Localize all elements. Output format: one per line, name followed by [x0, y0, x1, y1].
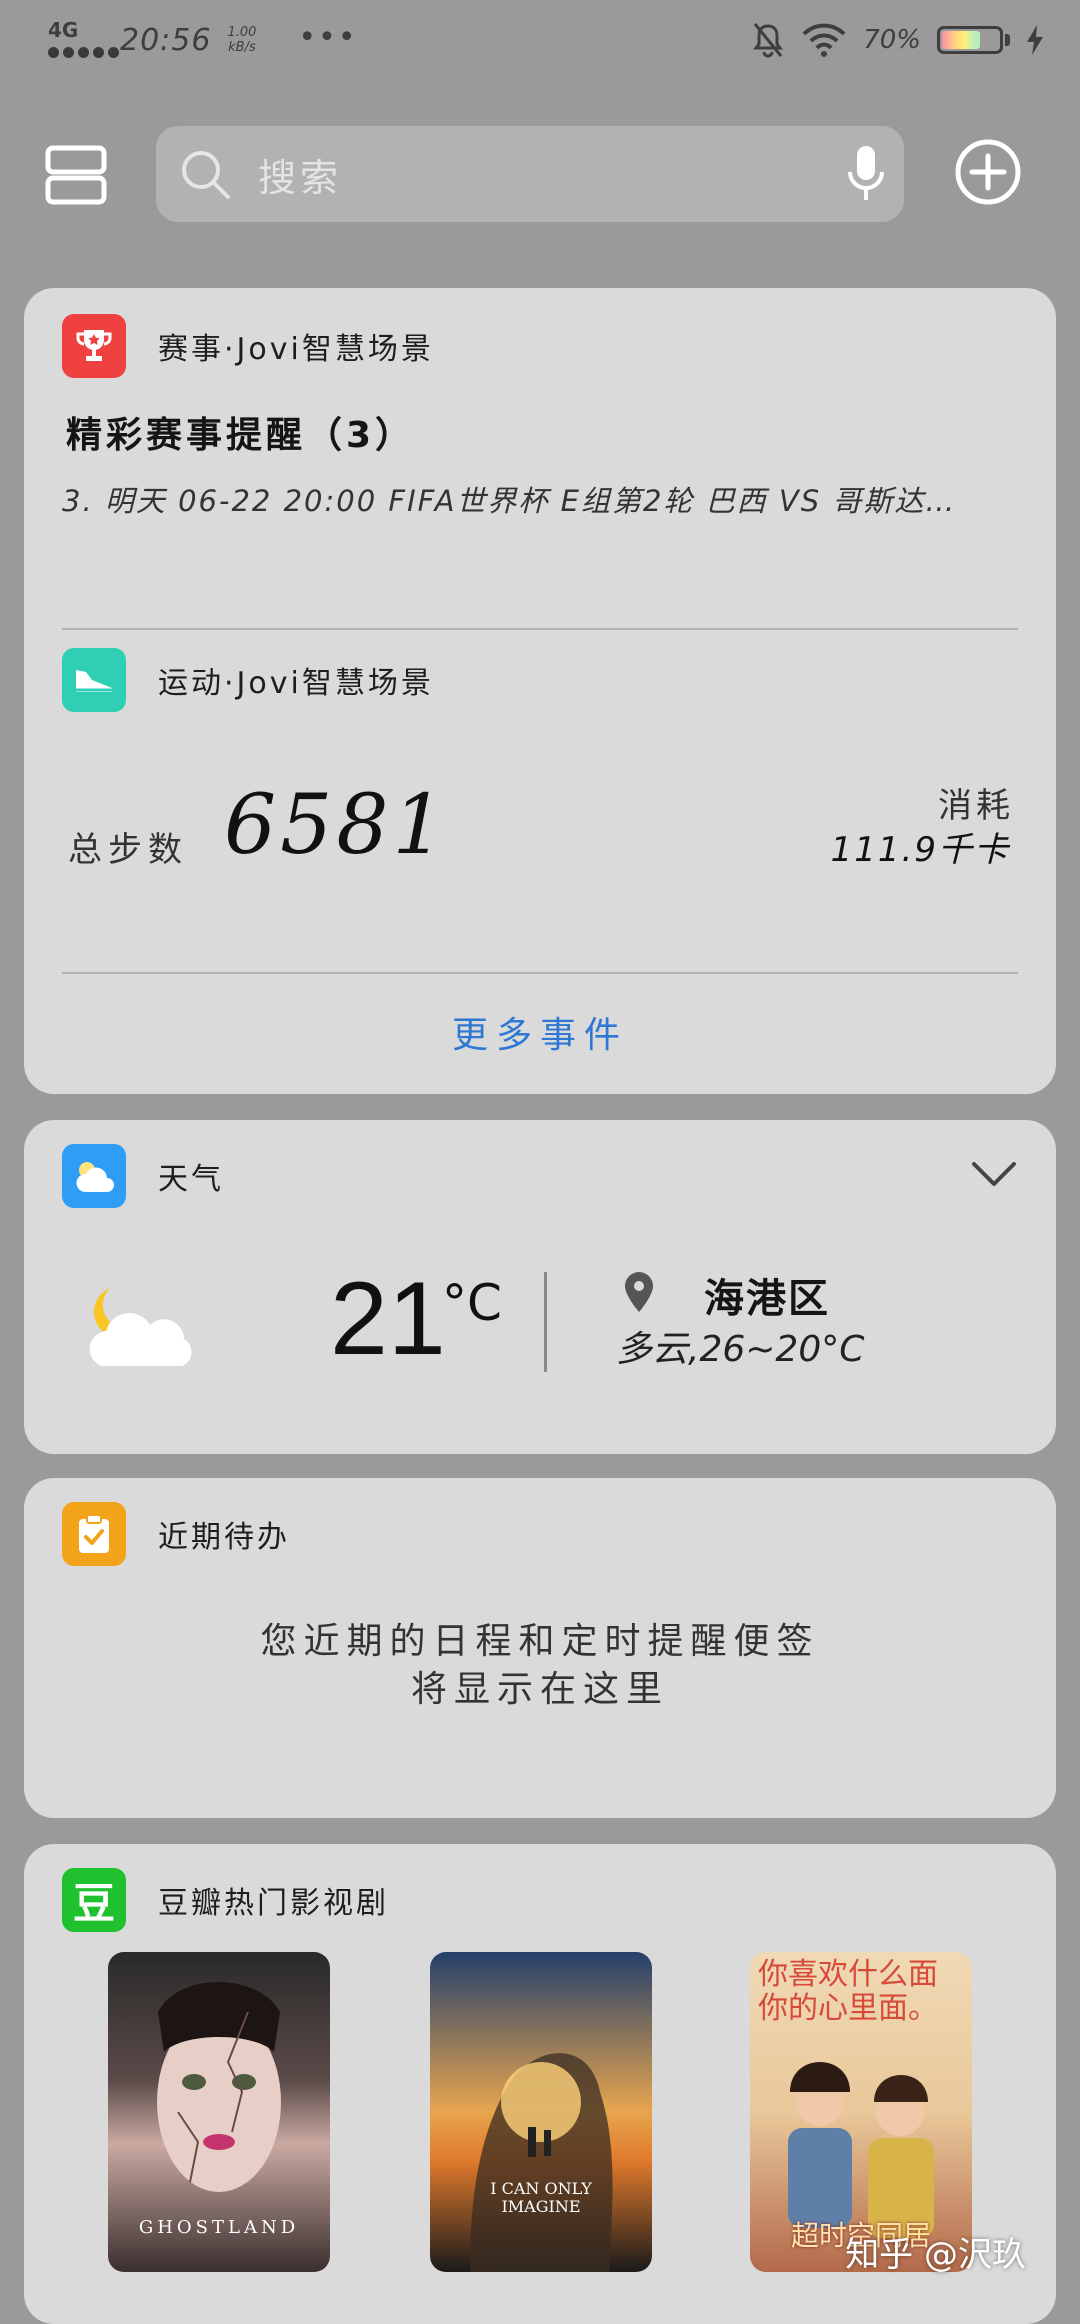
todo-empty-message: 您近期的日程和定时提醒便签 将显示在这里 — [24, 1618, 1056, 1714]
weather-location: 海港区 — [704, 1276, 830, 1322]
weather-card-title: 天气 — [158, 1162, 224, 1197]
event-item[interactable]: 3. 明天 06-22 20:00 FIFA世界杯 E组第2轮 巴西 VS 哥斯… — [62, 478, 1012, 520]
battery-nub — [1005, 34, 1010, 46]
douban-card: 豆 豆瓣热门影视剧 GHOSTLAND I CAN ONLY IMAGINE 你… — [24, 1844, 1056, 2324]
bell-muted-icon — [753, 23, 784, 58]
douban-card-title: 豆瓣热门影视剧 — [158, 1886, 389, 1921]
chevron-down-icon[interactable] — [970, 1160, 1018, 1188]
search-placeholder: 搜索 — [258, 155, 343, 200]
sports-card-title: 运动·Jovi智慧场景 — [158, 666, 434, 701]
cloud-sun-icon — [62, 1144, 126, 1208]
battery-percent: 70% — [863, 25, 921, 55]
temperature-unit: °C — [442, 1274, 502, 1332]
status-bar: 4G 20:56 1.00 kB/s ••• 70% — [0, 0, 1080, 80]
events-heading: 精彩赛事提醒（3） — [66, 415, 416, 456]
events-sports-card: 赛事·Jovi智慧场景 精彩赛事提醒（3） 3. 明天 06-22 20:00 … — [24, 288, 1056, 1094]
temperature: 21 — [330, 1261, 446, 1377]
sports-header[interactable]: 运动·Jovi智慧场景 — [62, 648, 434, 712]
douban-header[interactable]: 豆 豆瓣热门影视剧 — [62, 1868, 389, 1932]
search-bar[interactable]: 搜索 — [156, 126, 904, 222]
poster-title: I CAN ONLY IMAGINE — [490, 2179, 592, 2216]
location-pin-icon — [625, 1272, 653, 1312]
poster-title: GHOSTLAND — [138, 2217, 300, 2238]
poster-image — [470, 2053, 613, 2272]
todo-card[interactable]: 近期待办 您近期的日程和定时提醒便签 将显示在这里 — [24, 1478, 1056, 1818]
sneaker-icon — [62, 648, 126, 712]
clock: 20:56 — [120, 22, 212, 58]
app-drawer-icon[interactable] — [44, 142, 108, 206]
poster-i-can-only-imagine[interactable]: I CAN ONLY IMAGINE — [430, 1952, 652, 2272]
microphone-icon[interactable] — [846, 144, 886, 204]
todo-card-title: 近期待办 — [158, 1520, 290, 1555]
network-speed: 1.00 kB/s — [227, 25, 256, 55]
speed-value: 1.00 — [227, 25, 257, 40]
weather-card[interactable]: 天气 21 °C 海港区 多云,26~20°C — [24, 1120, 1056, 1454]
events-card-title: 赛事·Jovi智慧场景 — [158, 332, 434, 367]
charging-bolt-icon — [1027, 25, 1043, 55]
weather-header: 天气 — [62, 1144, 224, 1208]
add-icon[interactable] — [954, 138, 1022, 206]
clipboard-check-icon — [62, 1502, 126, 1566]
weather-description: 多云,26~20°C — [616, 1329, 865, 1370]
todo-header: 近期待办 — [62, 1502, 290, 1566]
speed-unit: kB/s — [228, 40, 256, 55]
wifi-icon — [802, 23, 846, 57]
status-right: 70% — [751, 22, 1044, 58]
poster-ghostland[interactable]: GHOSTLAND — [108, 1952, 330, 2272]
partly-cloudy-night-icon — [89, 1288, 192, 1366]
signal-dots-icon — [48, 47, 119, 58]
watermark: 知乎 @沢玖 — [845, 2235, 1026, 2275]
events-header[interactable]: 赛事·Jovi智慧场景 — [62, 314, 434, 378]
calories-value: 111.9千卡 — [830, 830, 1010, 870]
top-bar: 搜索 — [0, 124, 1080, 224]
douban-icon: 豆 — [62, 1868, 126, 1932]
battery-fill — [942, 31, 980, 49]
divider — [544, 1272, 547, 1372]
status-left: 4G 20:56 1.00 kB/s ••• — [48, 18, 358, 62]
more-events-link[interactable]: 更多事件 — [24, 1006, 1056, 1058]
more-notifications-icon: ••• — [298, 19, 358, 55]
todo-line-1: 您近期的日程和定时提醒便签 — [260, 1621, 820, 1662]
search-icon — [182, 151, 230, 199]
todo-line-2: 将显示在这里 — [410, 1669, 669, 1710]
steps-label: 总步数 — [68, 830, 188, 870]
poster-tagline: 你喜欢什么面 你的心里面。 — [758, 1957, 938, 2026]
poster-chaoshikong-tongju[interactable]: 你喜欢什么面 你的心里面。 超时空同居 — [750, 1952, 972, 2272]
divider — [62, 972, 1018, 974]
battery-icon — [937, 26, 1003, 54]
divider — [62, 628, 1018, 630]
trophy-icon — [62, 314, 126, 378]
network-indicator: 4G — [48, 18, 119, 62]
network-label: 4G — [48, 18, 79, 42]
steps-value: 6581 — [224, 778, 449, 873]
calories-label: 消耗 — [938, 786, 1014, 826]
